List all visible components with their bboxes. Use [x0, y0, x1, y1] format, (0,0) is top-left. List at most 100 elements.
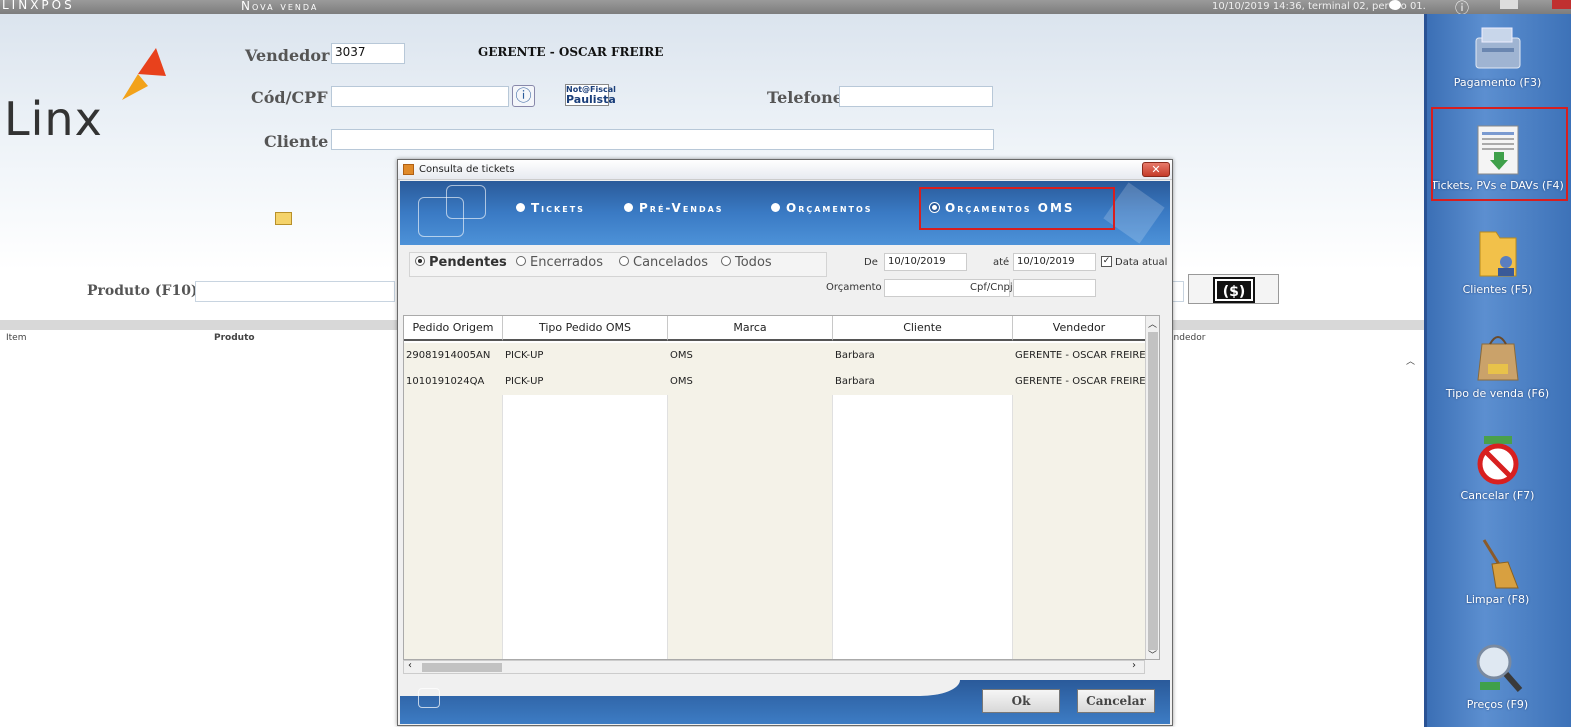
cell-pedido-origem: 29081914005AN [406, 350, 491, 361]
column-vendedor: endedor [1168, 333, 1206, 343]
column-header-tipo-pedido[interactable]: Tipo Pedido OMS [503, 316, 668, 341]
close-icon[interactable] [1552, 0, 1571, 9]
radio-icon [516, 256, 526, 266]
de-label: De [864, 257, 878, 268]
envelope-icon[interactable] [275, 212, 292, 225]
cancelar-sidebar-button[interactable]: Cancelar (F7) [1424, 434, 1571, 534]
column-header-vendedor[interactable]: Vendedor [1013, 316, 1146, 341]
cliente-field[interactable] [331, 129, 994, 150]
cpf-cnpj-field[interactable] [1013, 279, 1096, 297]
produto-input[interactable] [195, 281, 395, 302]
table-row[interactable]: 29081914005AN PICK-UP OMS Barbara GERENT… [404, 343, 1146, 369]
cell-tipo-pedido: PICK-UP [505, 376, 544, 387]
scroll-down-icon[interactable]: ﹀ [1148, 648, 1157, 659]
tab-pre-vendas[interactable]: Pré-Vendas [624, 201, 724, 215]
cell-marca: OMS [670, 350, 693, 361]
cell-tipo-pedido: PICK-UP [505, 350, 544, 361]
column-header-marca[interactable]: Marca [668, 316, 833, 341]
radio-icon [619, 256, 629, 266]
cell-pedido-origem: 1010191024QA [406, 376, 485, 387]
filter-cancelados[interactable]: Cancelados [619, 255, 708, 270]
decor-square-icon [418, 688, 440, 708]
tab-tickets[interactable]: Tickets [516, 201, 585, 215]
ok-button[interactable]: Ok [982, 689, 1060, 713]
limpar-button[interactable]: Limpar (F8) [1424, 538, 1571, 638]
filter-encerrados[interactable]: Encerrados [516, 255, 603, 270]
tab-tickets-label: Tickets [531, 201, 585, 215]
tipo-venda-button[interactable]: Tipo de venda (F6) [1424, 330, 1571, 430]
filter-encerrados-label: Encerrados [530, 255, 604, 270]
ate-date-field[interactable]: 10/10/2019 [1013, 253, 1096, 271]
clientes-button[interactable]: Clientes (F5) [1424, 226, 1571, 326]
filter-pendentes-label: Pendentes [429, 255, 507, 270]
cpf-field[interactable] [331, 86, 509, 107]
list-scroll-up-icon[interactable]: ︿ [1406, 354, 1415, 367]
title-bar: LINXPOS Nova venda 10/10/2019 14:36, ter… [0, 0, 1571, 17]
tab-orcamentos-label: Orçamentos [786, 201, 873, 215]
cell-cliente: Barbara [835, 376, 875, 387]
column-header-cliente[interactable]: Cliente [833, 316, 1013, 341]
nfp-bottom: Paulista [566, 93, 616, 106]
vendedor-code-field[interactable]: 3037 [331, 43, 405, 64]
cash-button[interactable]: ($) [1188, 274, 1279, 304]
cpf-info-button[interactable]: ⓘ [512, 85, 535, 107]
tipo-venda-label: Tipo de venda (F6) [1445, 387, 1550, 400]
scroll-right-icon[interactable]: › [1132, 660, 1136, 671]
cell-marca: OMS [670, 376, 693, 387]
de-date-field[interactable]: 10/10/2019 [884, 253, 967, 271]
telefone-field[interactable] [839, 86, 993, 107]
oms-tab-highlight [919, 187, 1115, 230]
orders-grid: Pedido Origem Tipo Pedido OMS Marca Clie… [403, 315, 1160, 660]
linx-logo: Linx [4, 92, 103, 146]
radio-icon [624, 203, 633, 212]
cliente-label: Cliente [264, 132, 329, 151]
tab-orcamentos[interactable]: Orçamentos [771, 201, 873, 215]
magnifier-icon [1476, 644, 1523, 692]
telefone-label: Telefone [767, 88, 843, 107]
folder-user-icon [1479, 231, 1517, 277]
table-row[interactable]: 1010191024QA PICK-UP OMS Barbara GERENTE… [404, 369, 1146, 395]
produto-label: Produto (F10) [87, 283, 198, 299]
footer-wave [400, 680, 960, 696]
scroll-thumb[interactable] [422, 663, 502, 672]
dialog-title: Consulta de tickets [419, 164, 515, 175]
limpar-label: Limpar (F8) [1465, 593, 1530, 606]
cash-icon: ($) [1213, 277, 1255, 303]
card-terminal-icon [1475, 27, 1521, 69]
column-produto: Produto [214, 333, 255, 343]
filter-todos-label: Todos [735, 255, 772, 270]
radio-icon [516, 203, 525, 212]
status-info: 10/10/2019 14:36, terminal 02, per o 01. [1212, 0, 1426, 12]
dialog-titlebar: Consulta de tickets ✕ [398, 160, 1172, 180]
radio-selected-icon [415, 256, 425, 266]
precos-label: Preços (F9) [1466, 698, 1529, 711]
data-atual-checkbox[interactable]: ✓ [1101, 256, 1112, 267]
linx-logo-mark-icon [122, 48, 166, 100]
orcamento-label: Orçamento [826, 282, 882, 293]
dialog-close-button[interactable]: ✕ [1142, 162, 1170, 177]
filter-todos[interactable]: Todos [721, 255, 772, 270]
filter-cancelados-label: Cancelados [633, 255, 708, 270]
filter-pendentes[interactable]: Pendentes [415, 255, 507, 270]
tab-pre-vendas-label: Pré-Vendas [639, 201, 724, 215]
cancelar-label: Cancelar (F7) [1460, 489, 1535, 502]
nota-fiscal-paulista-button[interactable]: Not@Fiscal Paulista [565, 84, 616, 106]
scroll-thumb[interactable] [1148, 332, 1158, 650]
scroll-up-icon[interactable]: ︿ [1148, 317, 1157, 330]
produto-input-end[interactable] [1172, 281, 1184, 302]
consulta-tickets-dialog: Consulta de tickets ✕ Tickets Pré-Vendas… [397, 159, 1173, 726]
grid-horizontal-scrollbar[interactable]: ‹ › [403, 660, 1145, 674]
precos-button[interactable]: Preços (F9) [1424, 642, 1571, 727]
cell-vendedor: GERENTE - OSCAR FREIRE [1015, 376, 1146, 387]
decor-square-icon [446, 185, 486, 219]
dialog-app-icon [403, 164, 414, 175]
grid-vertical-scrollbar[interactable]: ︿ ﹀ [1145, 316, 1159, 659]
cancel-button[interactable]: Cancelar [1077, 689, 1155, 713]
radio-icon [771, 203, 780, 212]
scroll-left-icon[interactable]: ‹ [408, 660, 412, 671]
column-header-pedido-origem[interactable]: Pedido Origem [404, 316, 503, 341]
minimize-icon[interactable] [1500, 0, 1518, 9]
window-title: Nova venda [241, 0, 319, 13]
clientes-label: Clientes (F5) [1462, 283, 1533, 296]
vendedor-name: GERENTE - OSCAR FREIRE [478, 45, 664, 59]
